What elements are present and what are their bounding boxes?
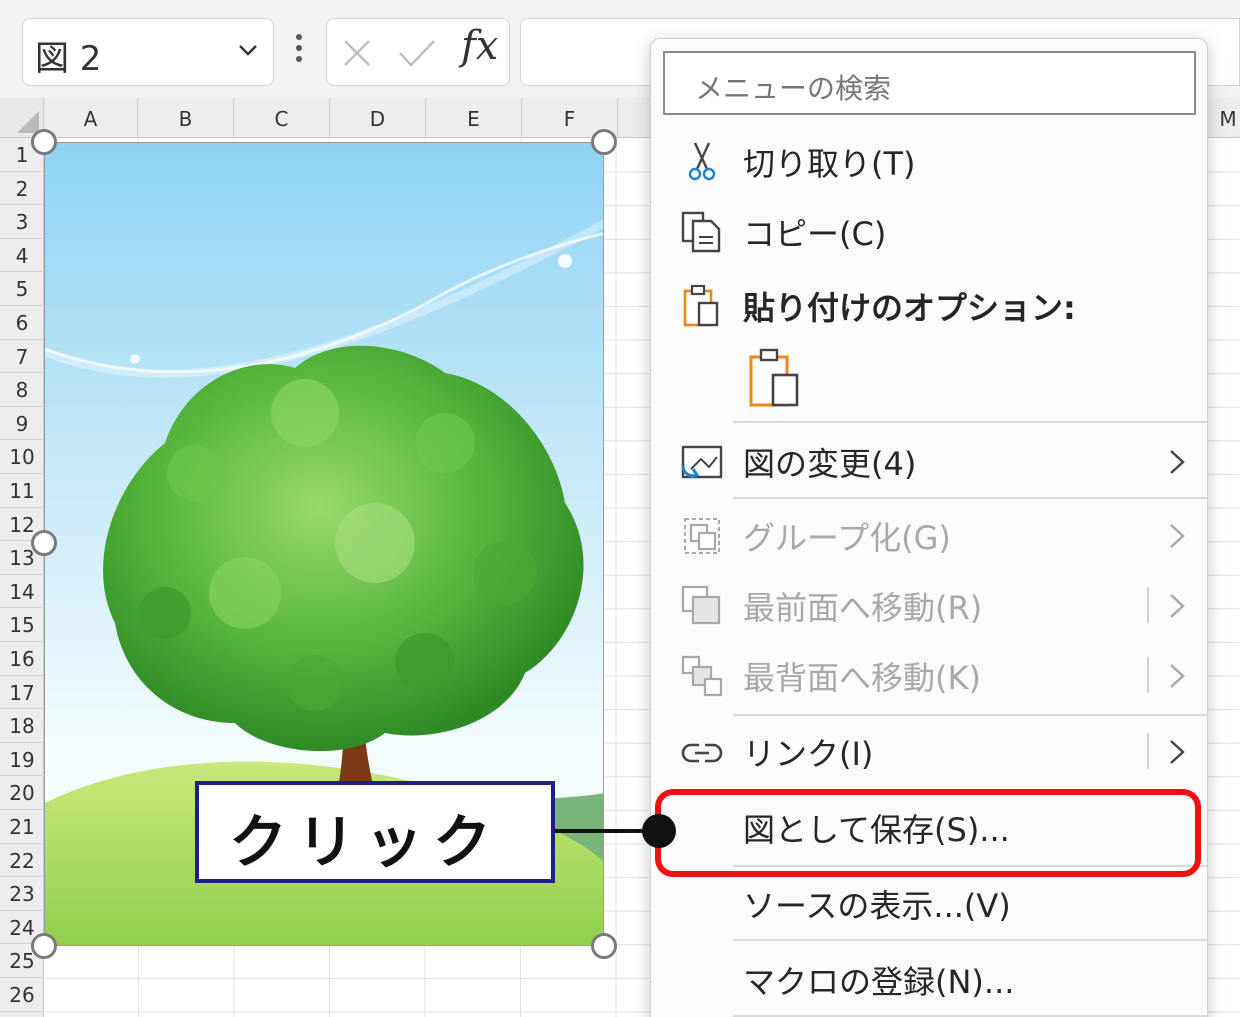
- column-header[interactable]: M: [1208, 98, 1240, 138]
- callout-text: クリック: [229, 808, 502, 876]
- resize-handle[interactable]: [591, 933, 617, 959]
- row-header[interactable]: 8: [0, 373, 44, 407]
- menu-separator: [733, 421, 1207, 423]
- menu-item-bring-to-front[interactable]: 最前面へ移動(R): [651, 571, 1207, 641]
- menu-item-view-source[interactable]: ソースの表示...(V): [651, 869, 1207, 939]
- column-header[interactable]: A: [44, 98, 138, 138]
- submenu-divider: [1147, 587, 1149, 623]
- chevron-right-icon: [1170, 594, 1185, 618]
- menu-item-label: 貼り付けのオプション:: [743, 289, 1076, 327]
- callout-pointer-dot: [642, 814, 676, 848]
- chevron-down-icon[interactable]: [237, 39, 259, 61]
- menu-item-label: リンク(I): [743, 735, 874, 773]
- menu-item-copy[interactable]: コピー(C): [651, 197, 1207, 267]
- row-header[interactable]: 9: [0, 407, 44, 441]
- bring-to-front-icon: [681, 585, 721, 625]
- column-header[interactable]: B: [138, 98, 234, 138]
- submenu-divider: [1147, 657, 1149, 693]
- name-box-value: 図 2: [35, 39, 102, 79]
- send-to-back-icon: [681, 655, 723, 697]
- cancel-icon[interactable]: [341, 37, 373, 69]
- menu-item-label: 最前面へ移動(R): [743, 589, 983, 627]
- menu-item-send-to-back[interactable]: 最背面へ移動(K): [651, 641, 1207, 711]
- paste-picture-icon[interactable]: [747, 347, 803, 409]
- menu-item-label: コピー(C): [743, 215, 887, 253]
- excel-window: 図 2 fx A B C D E F M 1 2 3 4 5 6 7 8 9 10 11 12 13 14…: [0, 0, 1240, 1017]
- name-box[interactable]: 図 2: [22, 18, 274, 86]
- change-picture-icon: [681, 445, 723, 479]
- menu-item-cut[interactable]: 切り取り(T): [651, 127, 1207, 197]
- row-header[interactable]: 18: [0, 709, 44, 743]
- row-header[interactable]: 5: [0, 272, 44, 306]
- insert-function-button[interactable]: fx: [461, 23, 498, 69]
- resize-handle[interactable]: [591, 129, 617, 155]
- row-header[interactable]: 2: [0, 172, 44, 206]
- menu-search-placeholder: メニューの検索: [695, 72, 892, 105]
- menu-item-label: マクロの登録(N)...: [743, 963, 1015, 1001]
- group-icon: [684, 518, 720, 554]
- row-header[interactable]: 16: [0, 642, 44, 676]
- menu-item-label: 最背面へ移動(K): [743, 659, 981, 697]
- paste-icon: [683, 284, 719, 327]
- highlight-frame: [655, 789, 1201, 877]
- chevron-right-icon: [1170, 664, 1185, 688]
- row-header[interactable]: 26: [0, 978, 44, 1012]
- menu-search-input[interactable]: メニューの検索: [663, 51, 1196, 115]
- menu-separator: [733, 714, 1207, 716]
- chevron-right-icon: [1170, 524, 1185, 548]
- row-header[interactable]: 4: [0, 239, 44, 273]
- copy-icon: [681, 211, 721, 253]
- row-headers: 1 2 3 4 5 6 7 8 9 10 11 12 13 14 15 16 17 18 19 20 21 22 23 24 2…: [0, 138, 44, 1017]
- row-header[interactable]: 19: [0, 743, 44, 777]
- resize-handle[interactable]: [31, 129, 57, 155]
- chevron-right-icon: [1170, 450, 1185, 474]
- row-header[interactable]: 21: [0, 810, 44, 844]
- row-header[interactable]: 15: [0, 608, 44, 642]
- row-header[interactable]: 17: [0, 676, 44, 710]
- row-header[interactable]: 20: [0, 776, 44, 810]
- menu-separator: [733, 497, 1207, 499]
- row-header[interactable]: 10: [0, 440, 44, 474]
- row-header[interactable]: 11: [0, 474, 44, 508]
- menu-item-link[interactable]: リンク(I): [651, 717, 1207, 787]
- menu-separator: [733, 939, 1207, 941]
- scissors-icon: [688, 142, 716, 181]
- menu-item-label: 切り取り(T): [743, 145, 916, 183]
- menu-item-label: ソースの表示...(V): [743, 887, 1011, 925]
- column-header[interactable]: E: [426, 98, 522, 138]
- context-menu: メニューの検索 切り取り(T) コピー(C) 貼り付けのオプション: 図の変更(…: [650, 38, 1208, 1017]
- column-header[interactable]: C: [234, 98, 330, 138]
- row-header[interactable]: 6: [0, 306, 44, 340]
- resize-handle[interactable]: [31, 530, 57, 556]
- menu-item-label: 図の変更(4): [743, 445, 917, 483]
- menu-item-group[interactable]: グループ化(G): [651, 501, 1207, 571]
- row-header[interactable]: 14: [0, 575, 44, 609]
- click-callout: クリック: [195, 781, 555, 883]
- menu-item-change-picture[interactable]: 図の変更(4): [651, 427, 1207, 497]
- callout-connector: [555, 829, 655, 833]
- menu-item-paste-options: 貼り付けのオプション:: [651, 271, 1207, 341]
- row-header[interactable]: 3: [0, 205, 44, 239]
- chevron-right-icon: [1170, 740, 1185, 764]
- menu-item-label: グループ化(G): [743, 519, 951, 557]
- formula-controls: fx: [326, 18, 510, 86]
- resize-handle[interactable]: [31, 933, 57, 959]
- row-header[interactable]: 22: [0, 844, 44, 878]
- column-header[interactable]: D: [330, 98, 426, 138]
- enter-check-icon[interactable]: [397, 37, 437, 69]
- row-header[interactable]: 7: [0, 340, 44, 374]
- more-options-icon[interactable]: [292, 34, 306, 70]
- link-icon: [681, 743, 723, 763]
- row-header[interactable]: 23: [0, 877, 44, 911]
- menu-item-assign-macro[interactable]: マクロの登録(N)...: [651, 945, 1207, 1015]
- submenu-divider: [1147, 733, 1149, 769]
